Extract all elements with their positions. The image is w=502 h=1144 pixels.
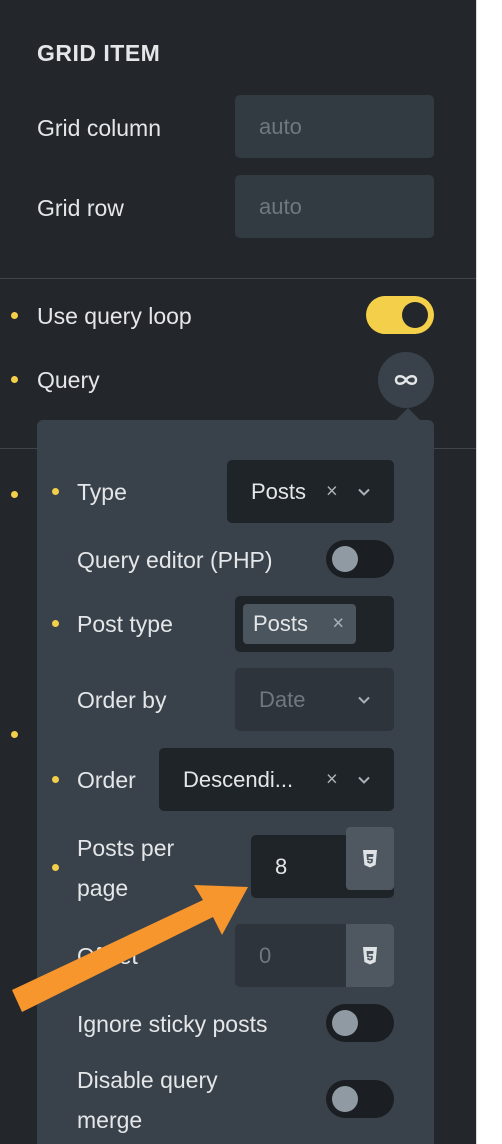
order-select-value: Descendi... <box>183 766 294 792</box>
changed-indicator-dot <box>52 620 59 627</box>
posts-per-page-label-line1: Posts per <box>77 835 175 861</box>
posts-per-page-label-line2: page <box>77 875 129 901</box>
posts-per-page-value: 8 <box>275 853 288 879</box>
ignore-sticky-label: Ignore sticky posts <box>77 1011 268 1037</box>
post-type-label: Post type <box>77 611 173 637</box>
scrollbar[interactable] <box>476 0 502 1144</box>
disable-merge-label-line1: Disable query <box>77 1067 218 1093</box>
changed-indicator-dot <box>11 491 18 498</box>
changed-indicator-dot <box>11 376 18 383</box>
dynamic-css-button[interactable] <box>346 827 394 890</box>
grid-column-input[interactable]: auto <box>235 95 434 158</box>
query-label: Query <box>37 367 100 393</box>
changed-indicator-dot <box>52 776 59 783</box>
grid-column-placeholder: auto <box>259 113 302 139</box>
css3-icon <box>363 946 377 964</box>
offset-label: Offset <box>77 943 138 969</box>
toggle-knob <box>332 546 358 572</box>
grid-row-placeholder: auto <box>259 193 302 219</box>
changed-indicator-dot <box>11 312 18 319</box>
order-by-label: Order by <box>77 687 167 713</box>
post-type-tag: Posts × <box>243 604 356 644</box>
changed-indicator-dot <box>52 488 59 495</box>
toggle-knob <box>332 1086 358 1112</box>
disable-merge-toggle[interactable] <box>326 1080 394 1118</box>
order-label: Order <box>77 767 136 793</box>
section-divider <box>0 278 476 279</box>
chevron-down-icon <box>358 696 370 704</box>
use-query-loop-label: Use query loop <box>37 303 192 329</box>
offset-placeholder: 0 <box>259 942 272 968</box>
order-select[interactable]: Descendi... × <box>159 748 394 811</box>
order-by-placeholder: Date <box>259 686 306 712</box>
offset-input[interactable]: 0 <box>235 924 394 987</box>
dynamic-css-button[interactable] <box>346 924 394 987</box>
query-settings-button[interactable] <box>378 352 434 408</box>
use-query-loop-toggle[interactable] <box>366 296 434 334</box>
type-select-value: Posts <box>251 478 307 504</box>
toggle-knob <box>332 1010 358 1036</box>
changed-indicator-dot <box>52 864 59 871</box>
toggle-knob <box>402 302 428 328</box>
section-title-grid-item: GRID ITEM <box>37 40 161 66</box>
grid-column-label: Grid column <box>37 115 161 141</box>
order-by-select[interactable]: Date <box>235 668 394 731</box>
type-label: Type <box>77 479 127 505</box>
clear-icon[interactable]: × <box>326 768 338 791</box>
popup-caret <box>396 408 420 420</box>
post-type-select[interactable]: Posts × <box>235 596 394 652</box>
disable-merge-label-line2: merge <box>77 1107 143 1133</box>
query-editor-label: Query editor (PHP) <box>77 547 273 573</box>
grid-row-input[interactable]: auto <box>235 175 434 238</box>
clear-icon[interactable]: × <box>326 480 338 503</box>
changed-indicator-dot <box>11 731 18 738</box>
chevron-down-icon <box>358 488 370 496</box>
query-popup: Type Posts × Query editor (PHP) Post typ… <box>37 420 434 1144</box>
post-type-tag-label: Posts <box>253 611 309 636</box>
grid-row-label: Grid row <box>37 195 124 221</box>
type-select[interactable]: Posts × <box>227 460 394 523</box>
remove-tag-icon[interactable]: × <box>332 613 344 636</box>
settings-panel: GRID ITEM Grid column auto Grid row auto… <box>0 0 476 1144</box>
chevron-down-icon <box>358 776 370 784</box>
css3-icon <box>363 849 377 867</box>
ignore-sticky-toggle[interactable] <box>326 1004 394 1042</box>
query-editor-toggle[interactable] <box>326 540 394 578</box>
infinity-icon <box>394 375 418 385</box>
